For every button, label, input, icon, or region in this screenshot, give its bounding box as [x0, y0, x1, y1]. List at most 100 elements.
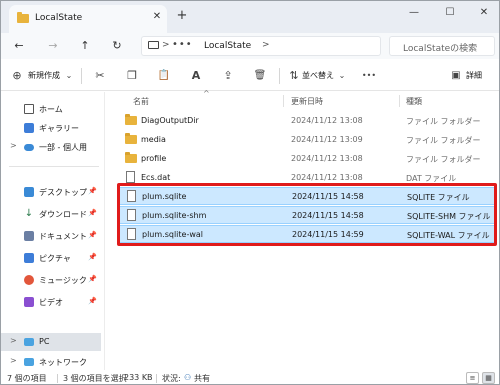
chevron-right-icon[interactable]: > — [10, 356, 17, 365]
download-icon: ↓ — [24, 208, 34, 219]
sidebar-item-label: ホーム — [39, 105, 63, 114]
selection-highlight-annotation — [117, 183, 497, 246]
command-bar: ⊕ 新規作成 ⌄ ✂ ❐ 📋 A ⇪ 🗑 ⇅ 並べ替え ⌄ ••• ▣ 詳細 — [1, 61, 499, 91]
file-explorer-window: LocalState ✕ + — ☐ ✕ ← → ↑ ↻ > ••• Local… — [0, 0, 500, 385]
documents-icon — [24, 231, 34, 241]
sidebar-item-label: ミュージック — [39, 276, 87, 285]
file-name: DiagOutputDir — [141, 116, 199, 125]
column-header-type[interactable]: 種類 — [406, 96, 422, 107]
details-button[interactable]: 詳細 — [466, 70, 482, 81]
chevron-right-icon[interactable]: > — [262, 40, 270, 50]
sidebar-item-gallery[interactable]: ギャラリー — [1, 119, 101, 137]
sidebar-item-home[interactable]: ホーム — [1, 100, 101, 118]
pin-icon: 📌 — [88, 297, 97, 305]
column-header-name[interactable]: 名前 — [133, 96, 149, 107]
sort-icon[interactable]: ⇅ — [288, 68, 300, 84]
sidebar-item-videos[interactable]: ビデオ 📌 — [1, 293, 101, 311]
status-value: 共有 — [194, 374, 210, 383]
tiles-view-button[interactable]: ▦ — [482, 372, 495, 384]
file-date: 2024/11/12 13:08 — [291, 154, 363, 163]
sidebar-item-onedrive[interactable]: > 一部 - 個人用 — [1, 138, 101, 156]
music-icon — [24, 275, 34, 285]
pc-icon — [148, 41, 159, 49]
divider — [9, 166, 99, 167]
column-divider[interactable] — [399, 95, 400, 107]
file-type: ファイル フォルダー — [406, 117, 481, 126]
minimize-button[interactable]: — — [403, 5, 425, 21]
address-row: ← → ↑ ↻ > ••• LocalState > LocalStateの検索 — [1, 33, 499, 59]
new-icon[interactable]: ⊕ — [11, 68, 23, 84]
up-button[interactable]: ↑ — [77, 38, 93, 54]
file-type: ファイル フォルダー — [406, 155, 481, 164]
file-row-profile[interactable]: profile 2024/11/12 13:08 ファイル フォルダー — [119, 150, 497, 168]
chevron-right-icon[interactable]: > — [10, 336, 17, 345]
sidebar-item-label: 一部 - 個人用 — [39, 143, 87, 152]
back-button[interactable]: ← — [11, 38, 27, 54]
search-input[interactable]: LocalStateの検索 — [403, 41, 477, 54]
sidebar-item-desktop[interactable]: デスクトップ 📌 — [1, 183, 101, 201]
sidebar-item-label: PC — [39, 337, 50, 346]
folder-icon — [125, 152, 137, 163]
breadcrumb-overflow[interactable]: ••• — [172, 39, 193, 50]
delete-icon[interactable]: 🗑 — [253, 68, 267, 84]
paste-icon[interactable]: 📋 — [157, 68, 171, 84]
sidebar-item-network[interactable]: > ネットワーク — [1, 353, 101, 371]
file-name: Ecs.dat — [141, 173, 171, 182]
home-icon — [24, 104, 34, 114]
sidebar-item-documents[interactable]: ドキュメント 📌 — [1, 227, 101, 245]
chevron-right-icon: > — [162, 40, 170, 50]
details-view-button[interactable]: ≡ — [466, 372, 479, 384]
file-name: media — [141, 135, 166, 144]
sidebar-item-pc[interactable]: > PC — [1, 333, 101, 351]
sidebar-item-label: ギャラリー — [39, 124, 79, 133]
copy-icon[interactable]: ❐ — [125, 68, 139, 84]
sidebar-item-music[interactable]: ミュージック 📌 — [1, 271, 101, 289]
navigation-pane: ホーム ギャラリー > 一部 - 個人用 デスクトップ 📌 ↓ ダウンロード 📌… — [1, 92, 105, 370]
sort-button[interactable]: 並べ替え — [302, 70, 334, 81]
cloud-icon — [24, 144, 34, 151]
new-tab-button[interactable]: + — [175, 9, 189, 23]
cut-icon[interactable]: ✂ — [93, 68, 107, 84]
more-options-button[interactable]: ••• — [359, 68, 379, 84]
file-row-diagoutputdir[interactable]: DiagOutputDir 2024/11/12 13:08 ファイル フォルダ… — [119, 112, 497, 130]
chevron-down-icon[interactable]: ⌄ — [338, 68, 346, 84]
rename-icon[interactable]: A — [189, 68, 203, 84]
share-icon[interactable]: ⇪ — [221, 68, 235, 84]
sidebar-item-downloads[interactable]: ↓ ダウンロード 📌 — [1, 205, 101, 223]
forward-button[interactable]: → — [45, 38, 61, 54]
divider — [57, 374, 58, 383]
address-bar[interactable]: > ••• LocalState > — [141, 36, 381, 56]
sidebar-item-label: デスクトップ — [39, 188, 87, 197]
sidebar-item-label: ビデオ — [39, 298, 63, 307]
network-icon — [24, 358, 34, 366]
item-count: 7 個の項目 — [7, 374, 47, 383]
desktop-icon — [24, 187, 34, 197]
pin-icon: 📌 — [88, 253, 97, 261]
breadcrumb-localstate[interactable]: LocalState — [204, 41, 251, 51]
status-label: 状況: — [162, 374, 181, 383]
videos-icon — [24, 297, 34, 307]
sidebar-item-pictures[interactable]: ピクチャ 📌 — [1, 249, 101, 267]
close-window-button[interactable]: ✕ — [473, 5, 495, 21]
new-button[interactable]: 新規作成 — [28, 70, 60, 81]
maximize-button[interactable]: ☐ — [439, 5, 461, 21]
folder-icon — [125, 114, 137, 125]
column-divider[interactable] — [283, 95, 284, 107]
close-tab-icon[interactable]: ✕ — [151, 11, 163, 23]
pin-icon: 📌 — [88, 231, 97, 239]
search-box[interactable]: LocalStateの検索 — [389, 36, 495, 56]
file-date: 2024/11/12 13:08 — [291, 116, 363, 125]
chevron-right-icon[interactable]: > — [10, 141, 17, 150]
divider — [81, 68, 82, 84]
tab-localstate[interactable]: LocalState ✕ — [9, 5, 167, 33]
file-icon — [126, 171, 135, 183]
folder-icon — [125, 133, 137, 144]
pin-icon: 📌 — [88, 275, 97, 283]
refresh-button[interactable]: ↻ — [109, 38, 125, 54]
divider — [279, 68, 280, 84]
column-header-modified[interactable]: 更新日時 — [291, 96, 323, 107]
chevron-down-icon[interactable]: ⌄ — [65, 68, 73, 84]
details-pane-icon[interactable]: ▣ — [450, 68, 462, 84]
tab-title: LocalState — [35, 13, 83, 23]
file-row-media[interactable]: media 2024/11/12 13:09 ファイル フォルダー — [119, 131, 497, 149]
